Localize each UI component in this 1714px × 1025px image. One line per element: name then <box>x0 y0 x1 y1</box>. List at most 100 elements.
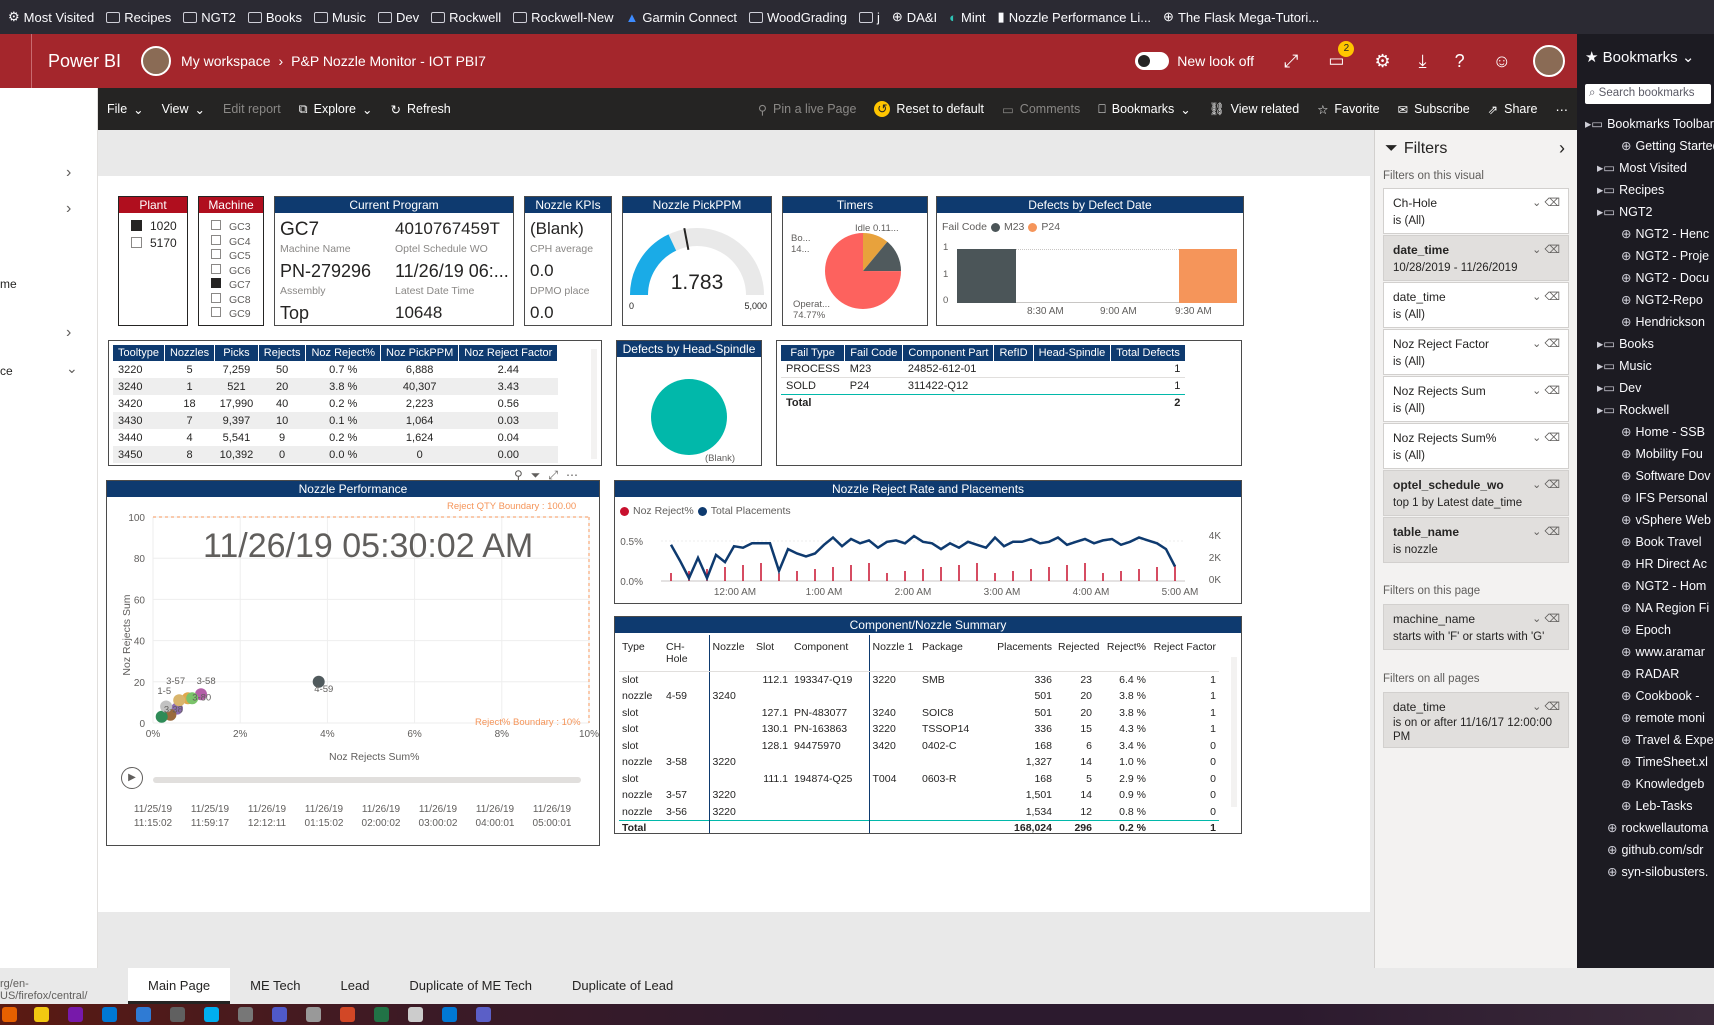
filter-card[interactable]: Noz Rejects Sum is (All) ⌄ ⌫ <box>1383 376 1569 422</box>
column-header[interactable]: Total Defects <box>1110 345 1186 361</box>
play-axis-tick[interactable]: 11/25/19 11:59:17 <box>184 803 236 831</box>
sidebar-bookmark-item[interactable]: ⊕ RADAR <box>1621 666 1679 681</box>
edit-report-button[interactable]: Edit report <box>214 102 290 116</box>
table-row[interactable]: nozzle 3-57 3220 1,501 14 0.9 % 0 <box>619 787 1219 804</box>
sidebar-bookmark-item[interactable]: ⊕ Getting Started <box>1621 138 1714 153</box>
bookmark-garmin[interactable]: ▲ Garmin Connect <box>621 10 741 25</box>
bookmark-music[interactable]: Music <box>310 10 370 25</box>
powerpoint-icon[interactable] <box>340 1007 355 1022</box>
tab-duplicate-lead[interactable]: Duplicate of Lead <box>552 968 693 1004</box>
bookmark-recipes[interactable]: Recipes <box>102 10 175 25</box>
chevron-right-icon[interactable]: › <box>66 200 71 218</box>
firefox-icon[interactable] <box>2 1007 17 1022</box>
table-row[interactable]: PROCESS M23 24852-612-01 1 <box>781 361 1186 378</box>
play-axis-slider[interactable] <box>153 777 581 783</box>
table-row[interactable]: 3220 5 7,259 50 0.7 % 6,888 2.44 <box>113 361 558 378</box>
column-header[interactable]: Noz Reject% <box>305 345 382 361</box>
column-header[interactable]: Nozzle <box>708 635 753 672</box>
filter-card-machine-name[interactable]: machine_name starts with 'F' or starts w… <box>1383 604 1569 650</box>
filter-actions-icon[interactable]: ⌄ ⌫ <box>1532 698 1560 716</box>
favorite-button[interactable]: ☆ Favorite <box>1308 102 1388 117</box>
filter-actions-icon[interactable]: ⌄ ⌫ <box>1532 610 1560 628</box>
sidebar-bookmark-item[interactable]: ⊕ Hendrickson <box>1621 314 1705 329</box>
column-header[interactable]: Type <box>619 635 663 672</box>
filter-actions-icon[interactable]: ⌄ ⌫ <box>1532 194 1560 212</box>
table-row[interactable]: nozzle 3-56 3220 1,534 12 0.8 % 0 <box>619 803 1219 820</box>
filter-actions-icon[interactable]: ⌄ ⌫ <box>1532 476 1560 494</box>
bookmark-rockwell[interactable]: Rockwell <box>427 10 505 25</box>
column-header[interactable]: Noz PickPPM <box>380 345 460 361</box>
bar-m23[interactable] <box>957 249 1016 303</box>
sidebar-title[interactable]: ★ Bookmarks ⌄ <box>1585 48 1694 66</box>
machine-option-gc7[interactable]: GC7 <box>211 278 263 293</box>
table-row[interactable]: slot 130.1 PN-163863 3220 TSSOP14 336 15 4.3 % 1 <box>619 721 1219 738</box>
reset-default-button[interactable]: ↺ Reset to default <box>865 101 993 117</box>
todo-icon[interactable] <box>136 1007 151 1022</box>
bookmark-flask[interactable]: ⊕ The Flask Mega-Tutori... <box>1159 9 1323 25</box>
download-icon[interactable]: ⤓ <box>1419 51 1427 72</box>
sidebar-bookmark-item[interactable]: ⊕ Book Travel <box>1621 534 1702 549</box>
nav-item-ce[interactable]: ce <box>0 364 13 378</box>
filter-card[interactable]: Ch-Hole is (All) ⌄ ⌫ <box>1383 188 1569 234</box>
share-button[interactable]: ⇗ Share <box>1479 102 1547 117</box>
column-header[interactable]: Noz Reject Factor <box>458 345 559 361</box>
pin-live-page-button[interactable]: ⚲ Pin a live Page <box>749 102 866 117</box>
column-header[interactable]: Head-Spindle <box>1033 345 1112 361</box>
collapse-filters-icon[interactable]: › <box>1559 138 1565 159</box>
sidebar-bookmark-item[interactable]: ⊕ vSphere Web <box>1621 512 1711 527</box>
bookmark-nozzle-performance[interactable]: ▮ Nozzle Performance Li... <box>994 9 1156 25</box>
table-row[interactable]: slot 112.1 193347-Q19 3220 SMB 336 23 6.4 % 1 <box>619 671 1219 688</box>
bookmark-ngt2[interactable]: NGT2 <box>179 10 240 25</box>
sidebar-bookmark-item[interactable]: ⊕ NGT2-Repo <box>1621 292 1703 307</box>
column-header[interactable]: Rejects <box>258 345 307 361</box>
filter-card[interactable]: Noz Reject Factor is (All) ⌄ ⌫ <box>1383 329 1569 375</box>
sidebar-bookmark-item[interactable]: ▸▭ NGT2 <box>1597 204 1652 219</box>
outlook-icon[interactable] <box>442 1007 457 1022</box>
vscode-icon[interactable] <box>102 1007 117 1022</box>
play-axis-tick[interactable]: 11/26/19 01:15:02 <box>298 803 350 831</box>
play-axis-tick[interactable]: 11/26/19 05:00:01 <box>526 803 578 831</box>
sidebar-bookmark-item[interactable]: ⊕ Cookbook - <box>1621 688 1699 703</box>
machine-option-gc9[interactable]: GC9 <box>211 307 263 322</box>
column-header[interactable]: Placements <box>993 635 1055 672</box>
column-header[interactable]: Nozzle 1 <box>868 635 919 672</box>
column-header[interactable]: Reject% <box>1095 635 1149 672</box>
sidebar-bookmark-item[interactable]: ⊕ www.aramar <box>1621 644 1705 659</box>
filter-card[interactable]: Noz Rejects Sum% is (All) ⌄ ⌫ <box>1383 423 1569 469</box>
bookmark-j[interactable]: j <box>855 10 884 25</box>
column-header[interactable]: Slot <box>753 635 791 672</box>
machine-option-gc8[interactable]: GC8 <box>211 292 263 308</box>
sidebar-bookmark-item[interactable]: ⊕ Home - SSB <box>1621 424 1705 439</box>
table-row[interactable]: slot 128.1 94475970 3420 0402-C 168 6 3.4 % 0 <box>619 737 1219 754</box>
table-row[interactable]: 3430 7 9,397 10 0.1 % 1,064 0.03 <box>113 412 558 429</box>
table-row[interactable]: 3440 4 5,541 9 0.2 % 1,624 0.04 <box>113 429 558 446</box>
sidebar-bookmark-item[interactable]: ▸▭ Books <box>1597 336 1654 351</box>
sidebar-bookmark-item[interactable]: ⊕ HR Direct Ac <box>1621 556 1707 571</box>
app-icon[interactable] <box>476 1007 491 1022</box>
app-title[interactable]: Power BI <box>32 51 137 72</box>
filter-actions-icon[interactable]: ⌄ ⌫ <box>1532 523 1560 541</box>
sidebar-bookmark-item[interactable]: ⊕ remote moni <box>1621 710 1705 725</box>
breadcrumb-report[interactable]: P&P Nozzle Monitor - IOT PBI7 <box>291 53 486 69</box>
column-header[interactable]: Tooltype <box>113 345 165 361</box>
sidebar-bookmark-item[interactable]: ⊕ Knowledgeb <box>1621 776 1704 791</box>
pie-slice-blank[interactable] <box>651 379 727 455</box>
table-row[interactable]: 3450 8 10,392 0 0.0 % 0 0.00 <box>113 446 558 463</box>
scrollbar[interactable] <box>1231 657 1237 807</box>
column-header[interactable]: Nozzles <box>164 345 216 361</box>
tab-duplicate-me-tech[interactable]: Duplicate of ME Tech <box>389 968 552 1004</box>
new-look-toggle[interactable] <box>1135 52 1170 70</box>
sidebar-bookmark-item[interactable]: ▸▭ Recipes <box>1597 182 1664 197</box>
excel-icon[interactable] <box>374 1007 389 1022</box>
user-avatar[interactable] <box>1533 45 1565 77</box>
refresh-button[interactable]: ↻ Refresh <box>381 102 459 117</box>
column-header[interactable]: Picks <box>214 345 259 361</box>
filter-actions-icon[interactable]: ⌄ ⌫ <box>1532 288 1560 306</box>
chevron-right-icon[interactable]: › <box>66 164 71 182</box>
bookmark-woodgrading[interactable]: WoodGrading <box>745 10 851 25</box>
bookmark-mint[interactable]: ◐ Mint <box>945 10 989 25</box>
sidebar-bookmark-item[interactable]: ▸▭ Dev <box>1597 380 1641 395</box>
tab-me-tech[interactable]: ME Tech <box>230 968 320 1004</box>
plant-option-1020[interactable]: 1020 <box>131 218 187 235</box>
notifications-button[interactable]: ▭ 2 <box>1328 41 1355 71</box>
